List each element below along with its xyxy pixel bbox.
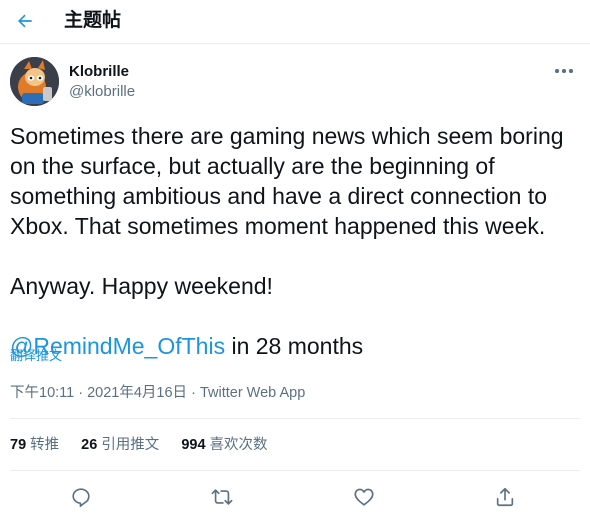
likes-label: 喜欢次数 xyxy=(209,437,268,453)
share-button[interactable] xyxy=(488,480,522,514)
retweet-icon xyxy=(211,489,233,505)
author-display-name[interactable]: Klobrille xyxy=(69,63,129,81)
more-dot-icon xyxy=(555,69,559,73)
retweets-stat[interactable]: 79 转推 xyxy=(10,436,59,454)
arrow-left-icon xyxy=(18,14,32,28)
divider xyxy=(10,470,580,471)
retweets-count: 79 xyxy=(10,437,27,453)
back-button[interactable] xyxy=(9,5,41,37)
tweet-date[interactable]: 2021年4月16日 xyxy=(87,385,187,401)
mention-suffix: in 28 months xyxy=(225,333,364,359)
more-options-button[interactable] xyxy=(548,58,580,84)
quotes-count: 26 xyxy=(81,437,98,453)
translate-tweet-link[interactable]: 翻译推文 xyxy=(10,348,62,364)
tweet-paragraph: Anyway. Happy weekend! xyxy=(10,273,273,299)
more-dot-icon xyxy=(562,69,566,73)
likes-count: 994 xyxy=(181,437,206,453)
more-dot-icon xyxy=(569,69,573,73)
like-icon xyxy=(354,488,374,506)
thread-header: 主题帖 xyxy=(0,0,590,44)
separator: · xyxy=(187,385,200,401)
quotes-label: 引用推文 xyxy=(101,437,160,453)
avatar-image xyxy=(10,57,59,106)
share-icon xyxy=(496,487,514,507)
tweet-source[interactable]: Twitter Web App xyxy=(200,385,305,401)
tweet-metadata: 下午10:11 · 2021年4月16日 · Twitter Web App xyxy=(10,384,305,402)
like-button[interactable] xyxy=(347,480,381,514)
likes-stat[interactable]: 994 喜欢次数 xyxy=(181,436,267,454)
divider xyxy=(10,418,580,419)
tweet-time[interactable]: 下午10:11 xyxy=(10,385,74,401)
page-title: 主题帖 xyxy=(64,10,122,31)
retweets-label: 转推 xyxy=(30,437,60,453)
reply-button[interactable] xyxy=(64,480,98,514)
quotes-stat[interactable]: 26 引用推文 xyxy=(81,436,159,454)
separator: · xyxy=(74,385,88,401)
reply-icon xyxy=(72,488,90,507)
tweet-mention-line: @RemindMe_OfThis in 28 months xyxy=(10,331,570,361)
avatar[interactable] xyxy=(10,57,59,106)
retweet-button[interactable] xyxy=(205,480,239,514)
tweet-stats: 79 转推 26 引用推文 994 喜欢次数 xyxy=(10,436,286,454)
tweet-text: Sometimes there are gaming news which se… xyxy=(10,121,570,361)
tweet-paragraph: Sometimes there are gaming news which se… xyxy=(10,123,564,239)
author-handle[interactable]: @klobrille xyxy=(69,83,135,101)
